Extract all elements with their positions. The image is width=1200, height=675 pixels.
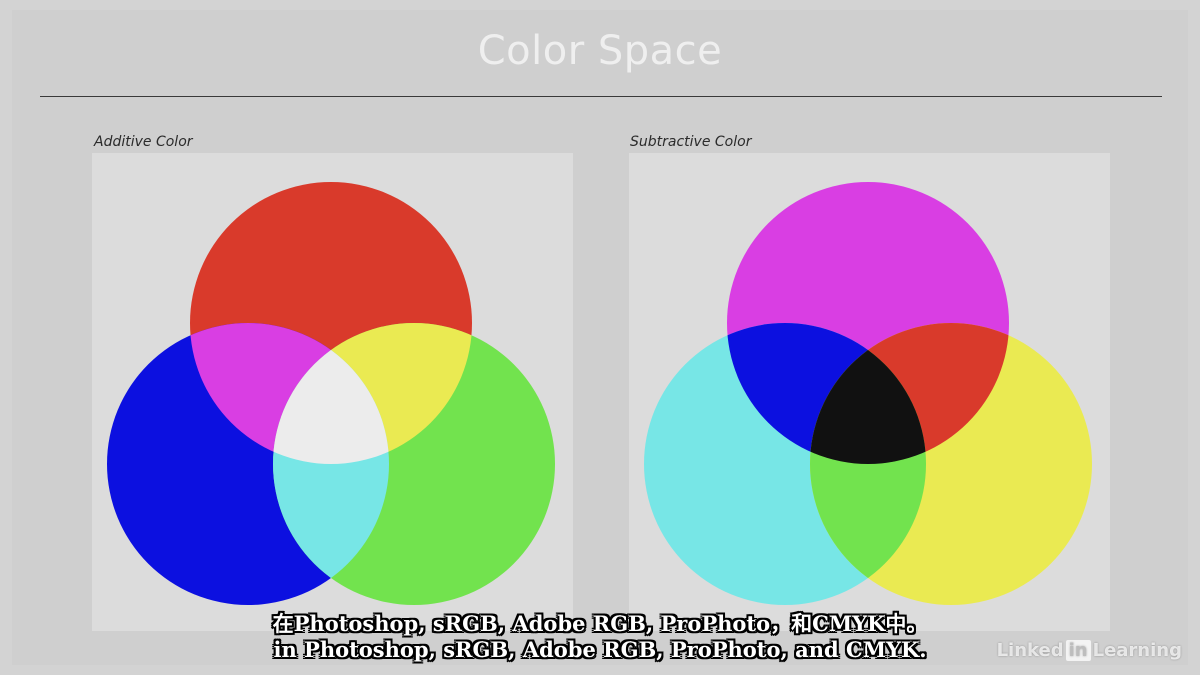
linkedin-learning-logo: Linked in Learning bbox=[997, 640, 1182, 661]
brand-in-badge: in bbox=[1065, 640, 1091, 661]
color-venn-diagrams bbox=[107, 182, 1092, 605]
brand-learning: Learning bbox=[1092, 640, 1182, 661]
additive-diagram bbox=[107, 182, 555, 605]
brand-linked: Linked bbox=[996, 640, 1064, 661]
subtitle-chinese: 在Photoshop, sRGB, Adobe RGB, ProPhoto，和C… bbox=[272, 611, 928, 636]
subtractive-diagram bbox=[644, 182, 1092, 605]
